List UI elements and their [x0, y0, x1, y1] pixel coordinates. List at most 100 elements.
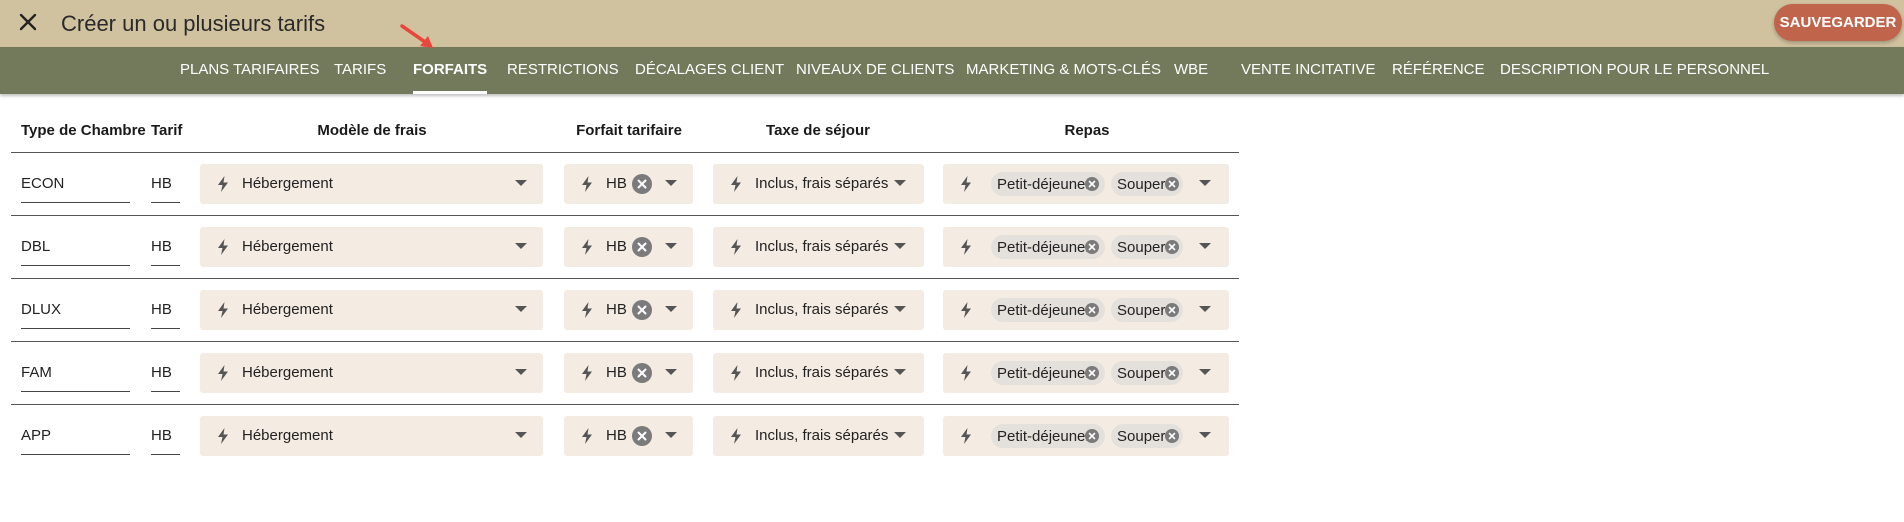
rate-value[interactable]: HB [151, 427, 172, 444]
chip-remove-icon[interactable] [1085, 240, 1099, 254]
tab-marketing-mots-cles[interactable]: MARKETING & MOTS-CLÉS [966, 47, 1161, 94]
package-select[interactable]: HB [564, 290, 693, 330]
tab-plans-tarifaires[interactable]: PLANS TARIFAIRES [180, 47, 320, 94]
fee-model-value: Hébergement [242, 175, 333, 192]
tourist-tax-select[interactable]: Inclus, frais séparés [713, 353, 924, 393]
save-button[interactable]: SAUVEGARDER [1774, 4, 1902, 41]
chip-remove-icon[interactable] [1165, 177, 1179, 191]
room-type-value[interactable]: DBL [21, 238, 50, 255]
tab-tarifs[interactable]: TARIFS [334, 47, 386, 94]
clear-circle-icon[interactable] [632, 174, 652, 194]
chip-remove-icon[interactable] [1085, 303, 1099, 317]
bolt-icon [214, 175, 232, 193]
bolt-icon [957, 301, 975, 319]
header-divider [11, 152, 1239, 153]
meal-chip-label: Petit-déjeuner [997, 365, 1091, 382]
chevron-down-icon[interactable] [665, 432, 677, 438]
package-select[interactable]: HB [564, 353, 693, 393]
chevron-down-icon[interactable] [1199, 180, 1211, 186]
rate-underline [151, 454, 180, 455]
column-header-fee-model: Modèle de frais [317, 122, 427, 139]
clear-circle-icon[interactable] [632, 237, 652, 257]
chip-remove-icon[interactable] [1085, 177, 1099, 191]
meals-select[interactable]: Petit-déjeuner Souper [943, 227, 1229, 267]
clear-circle-icon[interactable] [632, 426, 652, 446]
meals-select[interactable]: Petit-déjeuner Souper [943, 353, 1229, 393]
tab-niveaux-de-clients[interactable]: NIVEAUX DE CLIENTS [796, 47, 954, 94]
meal-chip-label: Petit-déjeuner [997, 176, 1091, 193]
fee-model-select[interactable]: Hébergement [200, 164, 543, 204]
top-bar: Créer un ou plusieurs tarifs SAUVEGARDER [0, 0, 1904, 47]
chip-remove-icon[interactable] [1165, 240, 1179, 254]
chip-remove-icon[interactable] [1085, 429, 1099, 443]
meal-chip: Souper [1111, 424, 1183, 448]
chevron-down-icon[interactable] [1199, 432, 1211, 438]
tab-wbe[interactable]: WBE [1174, 47, 1208, 94]
rate-value[interactable]: HB [151, 364, 172, 381]
chevron-down-icon[interactable] [515, 369, 527, 375]
row-divider [11, 341, 1239, 342]
rate-value[interactable]: HB [151, 301, 172, 318]
tab-description-personnel[interactable]: DESCRIPTION POUR LE PERSONNEL [1500, 47, 1769, 94]
tourist-tax-select[interactable]: Inclus, frais séparés [713, 164, 924, 204]
room-type-value[interactable]: ECON [21, 175, 64, 192]
room-type-underline [21, 202, 130, 203]
fee-model-select[interactable]: Hébergement [200, 353, 543, 393]
bolt-icon [578, 427, 596, 445]
page-title: Créer un ou plusieurs tarifs [61, 11, 326, 36]
chip-remove-icon[interactable] [1085, 366, 1099, 380]
meals-select[interactable]: Petit-déjeuner Souper [943, 416, 1229, 456]
clear-circle-icon[interactable] [632, 363, 652, 383]
chevron-down-icon[interactable] [665, 369, 677, 375]
fee-model-select[interactable]: Hébergement [200, 227, 543, 267]
rate-underline [151, 328, 180, 329]
tourist-tax-select[interactable]: Inclus, frais séparés [713, 416, 924, 456]
package-select[interactable]: HB [564, 416, 693, 456]
room-type-value[interactable]: APP [21, 427, 51, 444]
close-button[interactable] [14, 8, 42, 36]
tab-forfaits[interactable]: FORFAITS [413, 47, 488, 94]
meals-select[interactable]: Petit-déjeuner Souper [943, 164, 1229, 204]
bolt-icon [214, 238, 232, 256]
chevron-down-icon[interactable] [894, 306, 906, 312]
package-select[interactable]: HB [564, 227, 693, 267]
tab-decalages-client[interactable]: DÉCALAGES CLIENT [635, 47, 784, 94]
chip-remove-icon[interactable] [1165, 429, 1179, 443]
column-header-room-type: Type de Chambre [21, 122, 146, 139]
rate-value[interactable]: HB [151, 175, 172, 192]
meal-chip: Petit-déjeuner [991, 172, 1105, 196]
chevron-down-icon[interactable] [894, 432, 906, 438]
chevron-down-icon[interactable] [665, 306, 677, 312]
chip-remove-icon[interactable] [1165, 366, 1179, 380]
package-select[interactable]: HB [564, 164, 693, 204]
rate-value[interactable]: HB [151, 238, 172, 255]
fee-model-select[interactable]: Hébergement [200, 290, 543, 330]
tab-reference[interactable]: RÉFÉRENCE [1392, 47, 1485, 94]
chevron-down-icon[interactable] [894, 243, 906, 249]
chevron-down-icon[interactable] [515, 243, 527, 249]
clear-circle-icon[interactable] [632, 300, 652, 320]
chevron-down-icon[interactable] [1199, 243, 1211, 249]
package-value: HB [606, 427, 627, 444]
fee-model-select[interactable]: Hébergement [200, 416, 543, 456]
room-type-underline [21, 265, 130, 266]
chevron-down-icon[interactable] [515, 432, 527, 438]
room-type-value[interactable]: DLUX [21, 301, 61, 318]
chevron-down-icon[interactable] [515, 306, 527, 312]
tourist-tax-select[interactable]: Inclus, frais séparés [713, 227, 924, 267]
bolt-icon [578, 238, 596, 256]
chevron-down-icon[interactable] [1199, 306, 1211, 312]
meals-select[interactable]: Petit-déjeuner Souper [943, 290, 1229, 330]
tab-restrictions[interactable]: RESTRICTIONS [507, 47, 619, 94]
chevron-down-icon[interactable] [894, 180, 906, 186]
chevron-down-icon[interactable] [665, 180, 677, 186]
chevron-down-icon[interactable] [665, 243, 677, 249]
chevron-down-icon[interactable] [894, 369, 906, 375]
chevron-down-icon[interactable] [1199, 369, 1211, 375]
room-type-value[interactable]: FAM [21, 364, 52, 381]
meal-chip: Petit-déjeuner [991, 361, 1105, 385]
chip-remove-icon[interactable] [1165, 303, 1179, 317]
chevron-down-icon[interactable] [515, 180, 527, 186]
tourist-tax-select[interactable]: Inclus, frais séparés [713, 290, 924, 330]
tab-vente-incitative[interactable]: VENTE INCITATIVE [1241, 47, 1375, 94]
